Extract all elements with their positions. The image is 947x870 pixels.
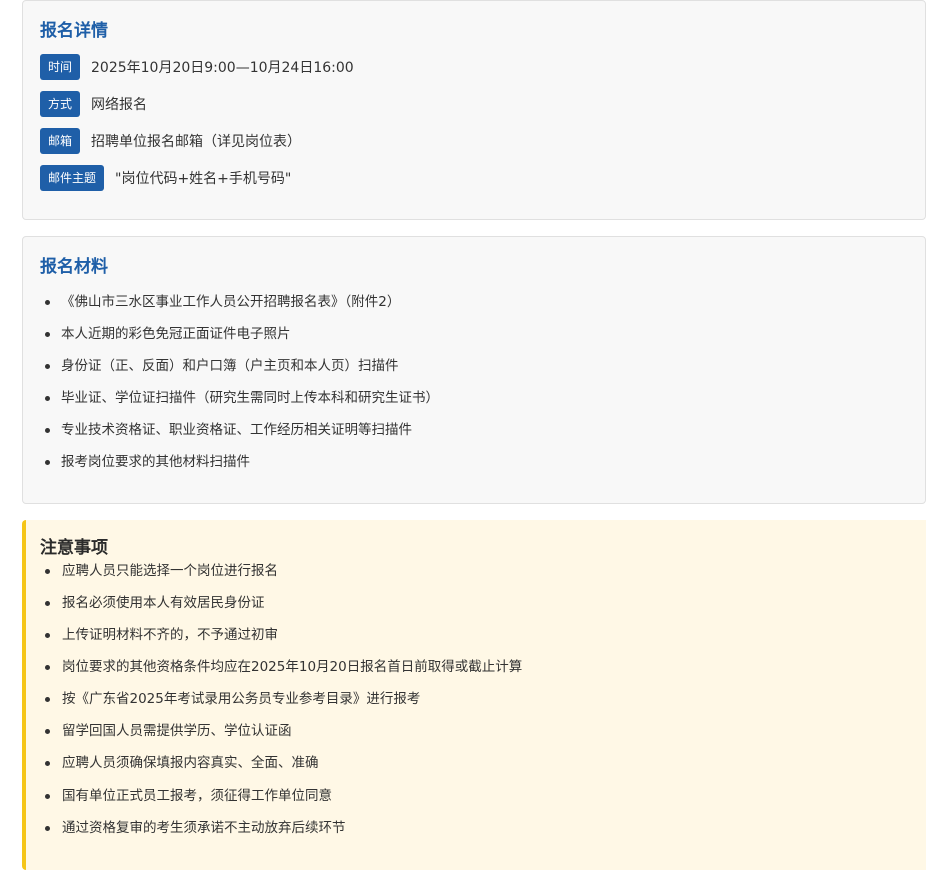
list-item: 国有单位正式员工报考，须征得工作单位同意	[26, 787, 332, 805]
list-item: 毕业证、学位证扫描件（研究生需同时上传本科和研究生证书）	[23, 389, 439, 407]
time-value: 2025年10月20日9:00—10月24日16:00	[91, 60, 354, 76]
list-item: 《佛山市三水区事业工作人员公开招聘报名表》（附件2）	[23, 293, 400, 311]
registration-details-card: 报名详情 时间 2025年10月20日9:00—10月24日16:00 方式 网…	[22, 0, 926, 220]
registration-materials-card: 报名材料 《佛山市三水区事业工作人员公开招聘报名表》（附件2） 本人近期的彩色免…	[22, 236, 926, 504]
info-row-subject: 邮件主题 "岗位代码+姓名+手机号码"	[40, 165, 291, 191]
info-row-time: 时间 2025年10月20日9:00—10月24日16:00	[40, 54, 354, 80]
list-item: 应聘人员须确保填报内容真实、全面、准确	[26, 754, 319, 772]
notice-card: 注意事项 应聘人员只能选择一个岗位进行报名 报名必须使用本人有效居民身份证 上传…	[22, 520, 926, 870]
method-tag: 方式	[40, 91, 81, 117]
email-value: 招聘单位报名邮箱（详见岗位表）	[91, 134, 302, 150]
email-tag: 邮箱	[40, 128, 81, 154]
info-row-method: 方式 网络报名	[40, 91, 147, 117]
list-item: 报名必须使用本人有效居民身份证	[26, 594, 265, 612]
list-item: 留学回国人员需提供学历、学位认证函	[26, 722, 292, 740]
list-item: 上传证明材料不齐的，不予通过初审	[26, 626, 278, 644]
method-value: 网络报名	[91, 97, 148, 113]
list-item: 报考岗位要求的其他材料扫描件	[23, 453, 250, 471]
list-item: 本人近期的彩色免冠正面证件电子照片	[23, 325, 291, 343]
list-item: 身份证（正、反面）和户口簿（户主页和本人页）扫描件	[23, 357, 399, 375]
list-item: 通过资格复审的考生须承诺不主动放弃后续环节	[26, 819, 346, 837]
list-item: 专业技术资格证、职业资格证、工作经历相关证明等扫描件	[23, 421, 412, 439]
time-tag: 时间	[40, 54, 81, 80]
list-item: 岗位要求的其他资格条件均应在2025年10月20日报名首日前取得或截止计算	[26, 658, 522, 676]
subject-tag: 邮件主题	[40, 165, 105, 191]
subject-value: "岗位代码+姓名+手机号码"	[115, 171, 292, 187]
list-item: 按《广东省2025年考试录用公务员专业参考目录》进行报考	[26, 690, 420, 708]
registration-details-title: 报名详情	[40, 21, 108, 41]
list-item: 应聘人员只能选择一个岗位进行报名	[26, 562, 278, 580]
info-row-email: 邮箱 招聘单位报名邮箱（详见岗位表）	[40, 128, 301, 154]
notice-title: 注意事项	[40, 538, 108, 558]
registration-materials-title: 报名材料	[40, 257, 108, 277]
